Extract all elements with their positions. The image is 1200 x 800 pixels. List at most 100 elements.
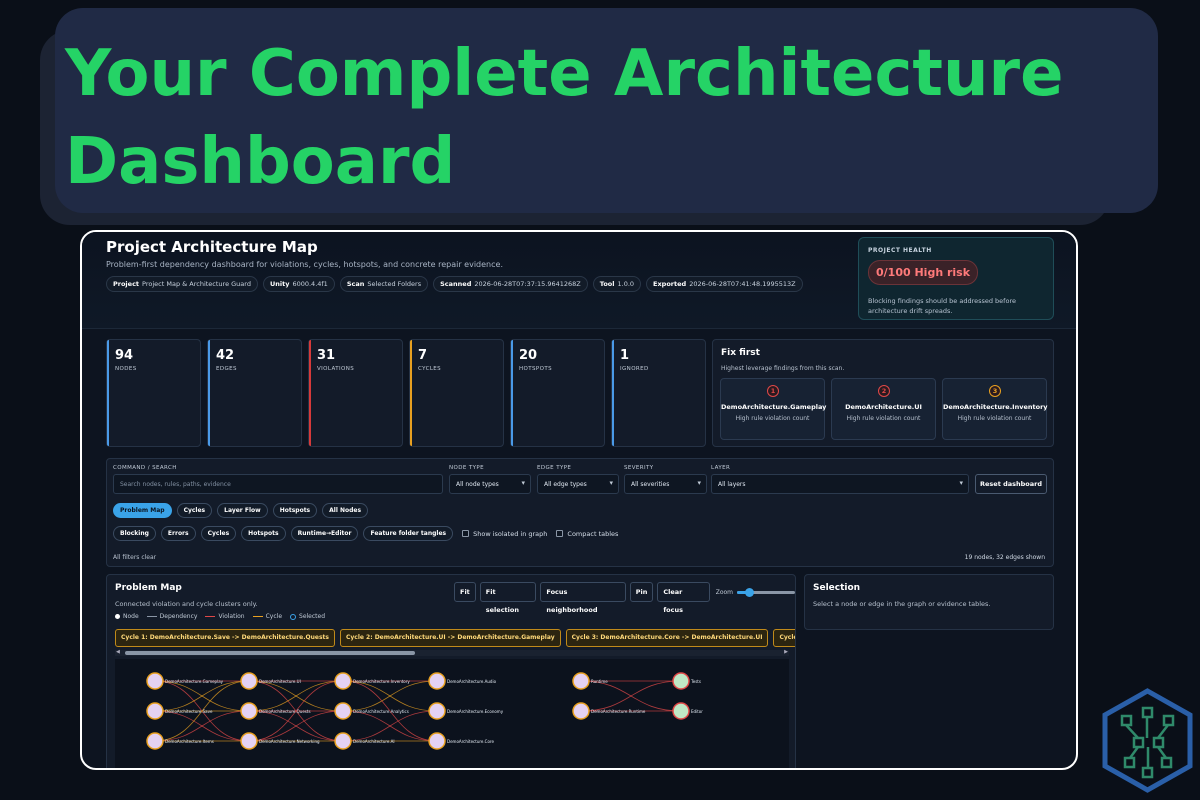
graph-node-circle[interactable] xyxy=(428,672,446,690)
graph-node-label: Editor xyxy=(691,709,703,714)
meta-pill: Tool 1.0.0 xyxy=(592,276,642,292)
graph-node-circle[interactable] xyxy=(240,702,258,720)
graph-node-circle[interactable] xyxy=(428,732,446,750)
checkbox-box[interactable] xyxy=(462,530,470,537)
pin-button[interactable]: Pin xyxy=(629,582,654,602)
graph-node[interactable]: DemoArchitecture.Economy xyxy=(428,702,504,720)
fix-first-card[interactable]: 2 DemoArchitecture.UI High rule violation … xyxy=(831,378,936,440)
fit-selection-button[interactable]: Fit selection xyxy=(479,582,537,614)
edge-type-label: EDGE TYPE xyxy=(537,465,572,471)
legend-dependency: Dependency xyxy=(146,613,197,620)
graph-edge-violation[interactable] xyxy=(154,710,250,742)
graph-edge-violation[interactable] xyxy=(248,710,344,742)
fix-first-card[interactable]: 3 DemoArchitecture.Inventory High rule vio… xyxy=(942,378,1048,440)
graph-node[interactable]: DemoArchitecture.Runtime xyxy=(572,702,646,720)
graph-node-label: Runtime xyxy=(591,679,608,684)
quick-chip[interactable]: Feature folder tangles xyxy=(363,526,454,541)
cycle-chip[interactable]: Cycle 1: DemoArchitecture.Save -> DemoAr… xyxy=(115,629,335,647)
graph-node-circle[interactable] xyxy=(428,702,446,720)
dependency-graph[interactable]: DemoArchitecture.Gameplay DemoArchitectur… xyxy=(115,659,789,768)
graph-edge-violation[interactable] xyxy=(342,710,438,742)
severity-select[interactable]: All severities xyxy=(624,474,707,494)
graph-node-circle[interactable] xyxy=(240,732,258,750)
search-input[interactable]: Search nodes, rules, paths, evidence xyxy=(113,474,443,494)
graph-node[interactable]: Tests xyxy=(672,672,701,690)
dashboard-frame: Project Architecture Map Problem-first d… xyxy=(80,230,1078,770)
command-search-label: COMMAND / SEARCH xyxy=(113,465,177,471)
meta-value: 6000.4.4f1 xyxy=(292,280,328,288)
view-chip-problem-map[interactable]: Problem Map xyxy=(113,503,172,518)
graph-node[interactable]: DemoArchitecture.Core xyxy=(428,732,494,750)
quick-chip[interactable]: Cycles xyxy=(200,526,237,541)
graph-node[interactable]: DemoArchitecture.Items xyxy=(146,732,214,750)
graph-node-circle[interactable] xyxy=(240,672,258,690)
stat-value: 20 xyxy=(519,348,538,363)
problem-map-panel: Problem Map Connected violation and cycl… xyxy=(106,574,796,768)
view-chip-cycles[interactable]: Cycles xyxy=(176,503,213,518)
zoom-knob[interactable] xyxy=(744,587,754,597)
graph-node[interactable]: DemoArchitecture.Save xyxy=(146,702,213,720)
quick-filter-chips: Blocking Errors Cycles Hotspots Runtime→Edit… xyxy=(113,526,618,541)
severity-label: SEVERITY xyxy=(624,465,654,471)
quick-chip[interactable]: Runtime→Editor xyxy=(290,526,359,541)
show-isolated-checkbox[interactable]: Show isolated in graph xyxy=(462,530,547,538)
stat-value: 31 xyxy=(317,348,336,363)
stat-label: VIOLATIONS xyxy=(317,366,355,372)
layer-select[interactable]: All layers xyxy=(711,474,969,494)
zoom-slider[interactable] xyxy=(737,587,795,597)
meta-value: Selected Folders xyxy=(367,280,422,288)
graph-node[interactable]: DemoArchitecture.Networking xyxy=(240,732,320,750)
graph-node-label: DemoArchitecture.Core xyxy=(447,739,494,744)
graph-edge-cycle[interactable] xyxy=(154,680,250,712)
stat-label: CYCLES xyxy=(418,366,442,372)
cycle-scrollbar[interactable]: ◀ ▶ xyxy=(115,649,789,656)
graph-node[interactable]: Runtime xyxy=(572,672,608,690)
graph-node-circle[interactable] xyxy=(672,672,690,690)
meta-pill: Scanned 2026-06-28T07:37:15.9641268Z xyxy=(433,276,588,292)
graph-node-circle[interactable] xyxy=(572,672,590,690)
graph-node[interactable]: DemoArchitecture.AI xyxy=(334,732,395,750)
graph-node-label: DemoArchitecture.AI xyxy=(353,739,395,744)
graph-node-circle[interactable] xyxy=(334,702,352,720)
graph-edge-cycle[interactable] xyxy=(248,680,344,712)
quick-chip[interactable]: Errors xyxy=(160,526,196,541)
cycle-chip[interactable]: Cycle 3: DemoArchitecture.Core -> DemoAr… xyxy=(565,629,769,647)
stat-value: 7 xyxy=(418,348,428,363)
project-health-card: PROJECT HEALTH 0/100 High risk Blocking … xyxy=(858,237,1054,320)
graph-node-label: DemoArchitecture.Runtime xyxy=(591,709,646,714)
graph-edge-violation[interactable] xyxy=(580,680,682,712)
compact-tables-checkbox[interactable]: Compact tables xyxy=(556,530,618,538)
fit-button[interactable]: Fit xyxy=(454,582,476,602)
stat-value: 94 xyxy=(115,348,134,363)
view-chip-all-nodes[interactable]: All Nodes xyxy=(322,503,369,518)
fix-first-name: DemoArchitecture.Inventory xyxy=(943,403,1048,411)
view-chip-hotspots[interactable]: Hotspots xyxy=(272,503,318,518)
fix-first-name: DemoArchitecture.Gameplay xyxy=(721,403,827,411)
quick-chip[interactable]: Hotspots xyxy=(241,526,286,541)
cycle-chip[interactable]: Cycle 4: DemoArchitectu xyxy=(773,629,795,647)
graph-node-circle[interactable] xyxy=(572,702,590,720)
graph-node-circle[interactable] xyxy=(334,732,352,750)
quick-chip[interactable]: Blocking xyxy=(113,526,156,541)
graph-node-circle[interactable] xyxy=(334,672,352,690)
focus-neighborhood-button[interactable]: Focus neighborhood xyxy=(540,582,626,614)
node-type-select[interactable]: All node types xyxy=(449,474,531,494)
clear-focus-button[interactable]: Clear focus xyxy=(657,582,710,614)
health-note: Blocking findings should be addressed be… xyxy=(868,297,1016,315)
graph-node[interactable]: DemoArchitecture.Audio xyxy=(428,672,497,690)
graph-edge-cycle[interactable] xyxy=(342,680,438,712)
graph-node-circle[interactable] xyxy=(146,732,164,750)
checkbox-box[interactable] xyxy=(556,530,564,537)
graph-node-circle[interactable] xyxy=(672,702,690,720)
graph-node-circle[interactable] xyxy=(146,702,164,720)
meta-key: Unity xyxy=(269,280,290,288)
graph-node[interactable]: DemoArchitecture.Analytics xyxy=(334,702,409,720)
graph-node-label: DemoArchitecture.Gameplay xyxy=(165,679,224,684)
cycle-chip[interactable]: Cycle 2: DemoArchitecture.UI -> DemoArch… xyxy=(339,629,561,647)
graph-node[interactable]: Editor xyxy=(672,702,703,720)
view-chip-layer-flow[interactable]: Layer Flow xyxy=(217,503,268,518)
reset-dashboard-button[interactable]: Reset dashboard xyxy=(975,474,1047,494)
graph-node-circle[interactable] xyxy=(146,672,164,690)
fix-first-card[interactable]: 1 DemoArchitecture.Gameplay High rule viol… xyxy=(720,378,827,440)
edge-type-select[interactable]: All edge types xyxy=(537,474,619,494)
